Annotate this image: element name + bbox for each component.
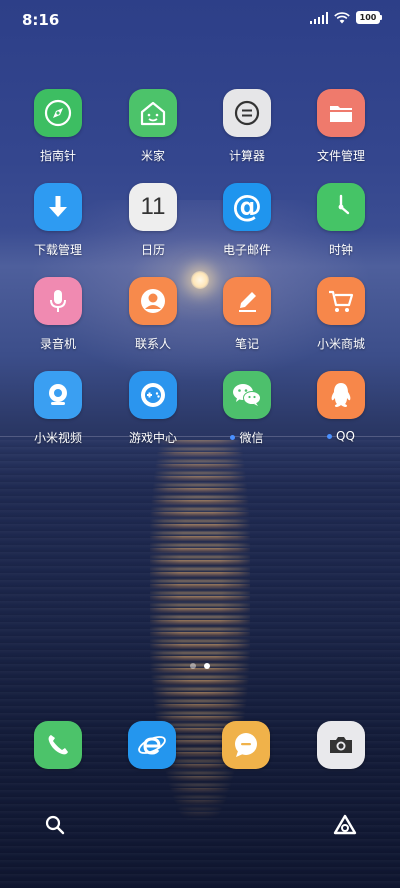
- app-qq[interactable]: QQ: [301, 371, 381, 443]
- compass-icon: [34, 89, 82, 137]
- dock-messages[interactable]: [222, 721, 270, 769]
- home-screen: 8:16 100 指南针 米家 计算器 文件管理 下载管理 11 日历 @ 电子…: [0, 0, 400, 888]
- app-label: 米家: [140, 149, 165, 163]
- app-label: 文件管理: [316, 149, 365, 163]
- dock-phone[interactable]: [34, 721, 82, 769]
- status-time: 8:16: [22, 11, 60, 29]
- clock-icon: [317, 183, 365, 231]
- status-icons: 100: [310, 11, 382, 24]
- app-downloads[interactable]: 下载管理: [18, 183, 98, 258]
- page-indicator[interactable]: [0, 663, 400, 669]
- search-icon: [45, 815, 65, 835]
- game-controller-icon: [129, 371, 177, 419]
- app-label: 联系人: [134, 337, 171, 351]
- email-icon: @: [223, 183, 271, 231]
- app-label: 微信: [239, 431, 264, 445]
- app-wechat[interactable]: 微信: [207, 371, 287, 446]
- app-calculator[interactable]: 计算器: [207, 89, 287, 164]
- wifi-icon: [334, 11, 350, 23]
- dock-camera[interactable]: [317, 721, 365, 769]
- cellular-signal-icon: [310, 11, 328, 24]
- calendar-day: 11: [140, 193, 166, 220]
- app-label: 小米商城: [316, 337, 365, 351]
- video-camera-icon: [34, 371, 82, 419]
- page-dot-active: [204, 663, 210, 669]
- app-mi-video[interactable]: 小米视频: [18, 371, 98, 446]
- contact-icon: [129, 277, 177, 325]
- new-notification-dot: [327, 433, 333, 439]
- dock-browser[interactable]: [128, 721, 176, 769]
- app-label: 日历: [140, 243, 165, 257]
- qq-penguin-icon: [317, 371, 365, 419]
- app-label: 录音机: [39, 337, 76, 351]
- app-label: 电子邮件: [222, 243, 271, 257]
- app-clock[interactable]: 时钟: [301, 183, 381, 258]
- assistant-button[interactable]: [332, 812, 358, 838]
- app-email[interactable]: @ 电子邮件: [207, 183, 287, 258]
- microphone-icon: [34, 277, 82, 325]
- camera-icon: [330, 737, 352, 753]
- wechat-icon: [223, 371, 271, 419]
- calendar-icon: 11: [129, 183, 177, 231]
- global-search-button[interactable]: [42, 812, 68, 838]
- app-game-center[interactable]: 游戏中心: [113, 371, 193, 446]
- app-label: 计算器: [228, 149, 265, 163]
- message-icon: [235, 733, 257, 757]
- folder-icon: [317, 89, 365, 137]
- battery-icon: 100: [356, 11, 382, 24]
- pencil-icon: [223, 277, 271, 325]
- app-label: QQ: [336, 429, 355, 443]
- app-mi-home[interactable]: 米家: [113, 89, 193, 164]
- app-label: 时钟: [328, 243, 353, 257]
- app-calendar[interactable]: 11 日历: [113, 183, 193, 258]
- status-bar: 8:16 100: [0, 0, 400, 40]
- app-label: 游戏中心: [128, 431, 177, 445]
- mi-home-icon: [129, 89, 177, 137]
- new-notification-dot: [230, 435, 236, 440]
- app-contacts[interactable]: 联系人: [113, 277, 193, 352]
- page-dot: [190, 663, 196, 669]
- app-label: 下载管理: [33, 243, 82, 257]
- browser-icon: [138, 736, 166, 755]
- phone-icon: [48, 735, 68, 755]
- app-label: 指南针: [39, 149, 76, 163]
- app-mi-store[interactable]: 小米商城: [301, 277, 381, 352]
- download-icon: [34, 183, 82, 231]
- app-recorder[interactable]: 录音机: [18, 277, 98, 352]
- app-compass[interactable]: 指南针: [18, 89, 98, 164]
- app-label: 笔记: [234, 337, 259, 351]
- app-label: 小米视频: [33, 431, 82, 445]
- app-file-manager[interactable]: 文件管理: [301, 89, 381, 164]
- shopping-cart-icon: [317, 277, 365, 325]
- app-notes[interactable]: 笔记: [207, 277, 287, 352]
- assistant-icon: [333, 814, 357, 835]
- calculator-icon: [223, 89, 271, 137]
